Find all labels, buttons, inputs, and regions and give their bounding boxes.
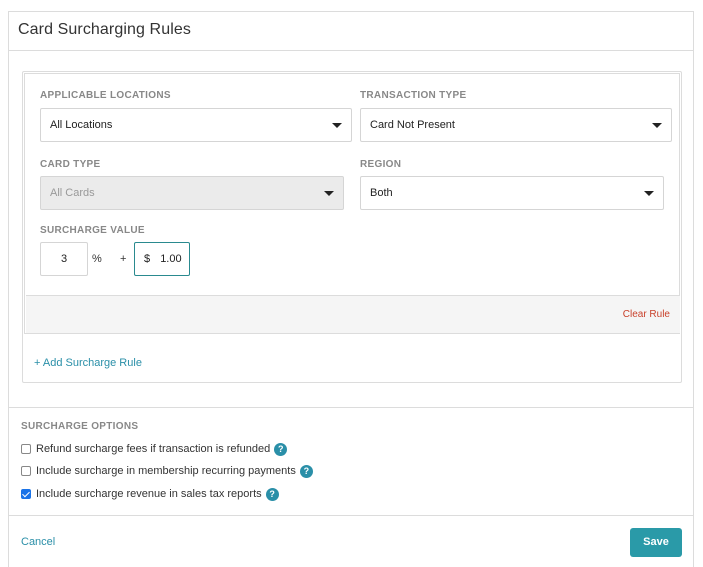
surcharge-fixed-input[interactable]: $ 1.00 xyxy=(134,242,190,276)
option-label: Include surcharge revenue in sales tax r… xyxy=(36,488,262,500)
transaction-type-select[interactable]: Card Not Present xyxy=(360,108,672,142)
option-refund-surcharge[interactable]: Refund surcharge fees if transaction is … xyxy=(21,441,288,457)
sales-tax-reports-checkbox[interactable] xyxy=(21,489,31,499)
applicable-locations-value: All Locations xyxy=(50,119,113,131)
card-type-value: All Cards xyxy=(50,187,95,199)
currency-symbol: $ xyxy=(144,253,151,265)
region-label: REGION xyxy=(360,159,402,170)
surcharge-rule-form: APPLICABLE LOCATIONS All Locations TRANS… xyxy=(24,73,680,334)
chevron-down-icon xyxy=(324,191,334,196)
plus-symbol: + xyxy=(120,253,127,265)
add-surcharge-rule-link[interactable]: + Add Surcharge Rule xyxy=(34,357,142,369)
surcharge-percent-input[interactable]: 3 xyxy=(40,242,88,276)
chevron-down-icon xyxy=(652,123,662,128)
surcharge-options-label: SURCHARGE OPTIONS xyxy=(21,421,139,432)
page-title: Card Surcharging Rules xyxy=(18,21,191,38)
applicable-locations-select[interactable]: All Locations xyxy=(40,108,352,142)
region-value: Both xyxy=(370,187,393,199)
help-icon[interactable]: ? xyxy=(265,487,279,501)
help-icon[interactable]: ? xyxy=(274,442,288,456)
region-select[interactable]: Both xyxy=(360,176,664,210)
percent-symbol: % xyxy=(92,253,102,265)
chevron-down-icon xyxy=(332,123,342,128)
transaction-type-label: TRANSACTION TYPE xyxy=(360,90,467,101)
card-header: Card Surcharging Rules xyxy=(9,12,693,51)
option-label: Include surcharge in membership recurrin… xyxy=(36,465,296,477)
card-type-select[interactable]: All Cards xyxy=(40,176,344,210)
refund-surcharge-checkbox[interactable] xyxy=(21,444,31,454)
surcharge-rules-card: Card Surcharging Rules APPLICABLE LOCATI… xyxy=(8,11,694,567)
surcharge-value-label: SURCHARGE VALUE xyxy=(40,225,145,236)
footer-divider xyxy=(9,515,693,516)
option-label: Refund surcharge fees if transaction is … xyxy=(36,443,271,455)
surcharge-percent-value: 3 xyxy=(60,253,68,265)
card-type-label: CARD TYPE xyxy=(40,159,101,170)
option-membership-recurring[interactable]: Include surcharge in membership recurrin… xyxy=(21,463,313,479)
membership-recurring-checkbox[interactable] xyxy=(21,466,31,476)
section-divider xyxy=(9,407,693,408)
clear-rule-link[interactable]: Clear Rule xyxy=(623,309,670,320)
help-icon[interactable]: ? xyxy=(299,464,313,478)
surcharge-rule-panel: APPLICABLE LOCATIONS All Locations TRANS… xyxy=(22,71,682,383)
surcharge-fixed-value: 1.00 xyxy=(160,253,182,265)
chevron-down-icon xyxy=(644,191,654,196)
rule-actions-bar: Clear Rule xyxy=(26,295,680,333)
option-sales-tax-reports[interactable]: Include surcharge revenue in sales tax r… xyxy=(21,486,279,502)
applicable-locations-label: APPLICABLE LOCATIONS xyxy=(40,90,171,101)
cancel-link[interactable]: Cancel xyxy=(21,536,55,548)
transaction-type-value: Card Not Present xyxy=(370,119,455,131)
save-button[interactable]: Save xyxy=(630,528,682,557)
